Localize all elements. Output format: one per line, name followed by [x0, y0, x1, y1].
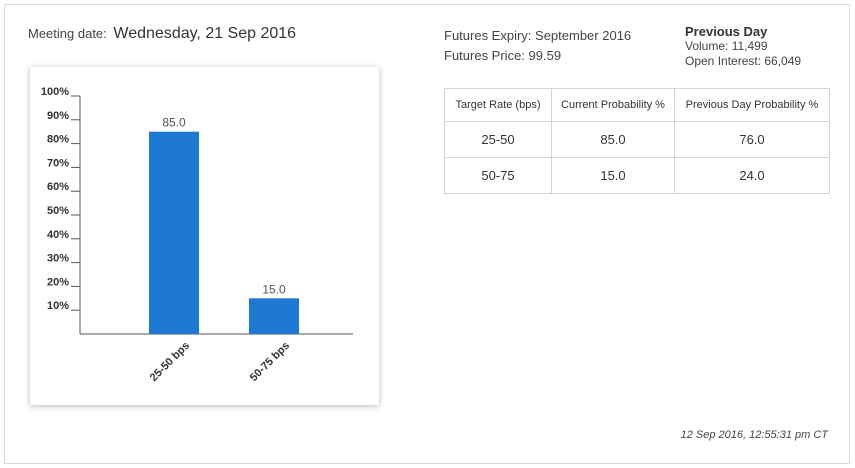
- meeting-date-label: Meeting date:: [28, 26, 107, 41]
- futures-price: Futures Price: 99.59: [444, 48, 562, 63]
- cell-current-probability: 15.0: [551, 157, 675, 194]
- cell-previous-day-probability: 24.0: [674, 157, 830, 194]
- y-tick-label: 80%: [47, 134, 69, 146]
- previous-day-heading: Previous Day: [685, 24, 768, 39]
- probability-table: Target Rate (bps) Current Probability % …: [444, 88, 830, 194]
- x-tick-label: 25-50 bps: [148, 340, 192, 384]
- header-target-rate: Target Rate (bps): [444, 88, 552, 122]
- probability-chart-svg: 10% 20% 30% 40% 50% 60% 70% 80% 90% 100% 85.0 25-50…: [41, 86, 353, 384]
- probability-chart: 10% 20% 30% 40% 50% 60% 70% 80% 90% 100% 85.0 25-50…: [30, 67, 379, 405]
- y-tick-label: 40%: [47, 229, 69, 241]
- bar-value-label: 85.0: [162, 116, 186, 130]
- header-previous-day-probability: Previous Day Probability %: [674, 88, 830, 122]
- cell-previous-day-probability: 76.0: [674, 121, 830, 158]
- cell-current-probability: 85.0: [551, 121, 675, 158]
- y-tick-label: 90%: [47, 110, 69, 122]
- meeting-date: Meeting date: Wednesday, 21 Sep 2016: [28, 25, 296, 43]
- y-tick-label: 20%: [47, 276, 69, 288]
- futures-info: Futures Expiry: September 2016 Futures P…: [444, 26, 631, 66]
- y-tick-label: 30%: [47, 253, 69, 265]
- previous-day-volume: Volume: 11,499: [685, 39, 768, 53]
- table-header-row: Target Rate (bps) Current Probability % …: [444, 88, 830, 122]
- y-tick-label: 10%: [47, 300, 69, 312]
- cell-target-rate: 50-75: [444, 157, 552, 194]
- previous-day-info: Previous Day Volume: 11,499 Open Interes…: [685, 24, 801, 69]
- table-row: 25-50 85.0 76.0: [444, 121, 830, 158]
- bar: [149, 131, 199, 334]
- table-row: 50-75 15.0 24.0: [444, 157, 830, 194]
- y-tick-label: 60%: [47, 181, 69, 193]
- y-tick-label: 70%: [47, 157, 69, 169]
- bar-value-label: 15.0: [262, 282, 286, 296]
- previous-day-open-interest: Open Interest: 66,049: [685, 54, 802, 68]
- y-tick-label: 50%: [47, 205, 69, 217]
- cell-target-rate: 25-50: [444, 121, 552, 158]
- futures-expiry: Futures Expiry: September 2016: [444, 28, 632, 43]
- bar: [249, 298, 299, 334]
- timestamp: 12 Sep 2016, 12:55:31 pm CT: [680, 429, 828, 441]
- y-tick-label: 100%: [41, 86, 69, 98]
- meeting-date-value: Wednesday, 21 Sep 2016: [113, 25, 297, 42]
- x-tick-label: 50-75 bps: [248, 340, 292, 384]
- header-current-probability: Current Probability %: [551, 88, 675, 122]
